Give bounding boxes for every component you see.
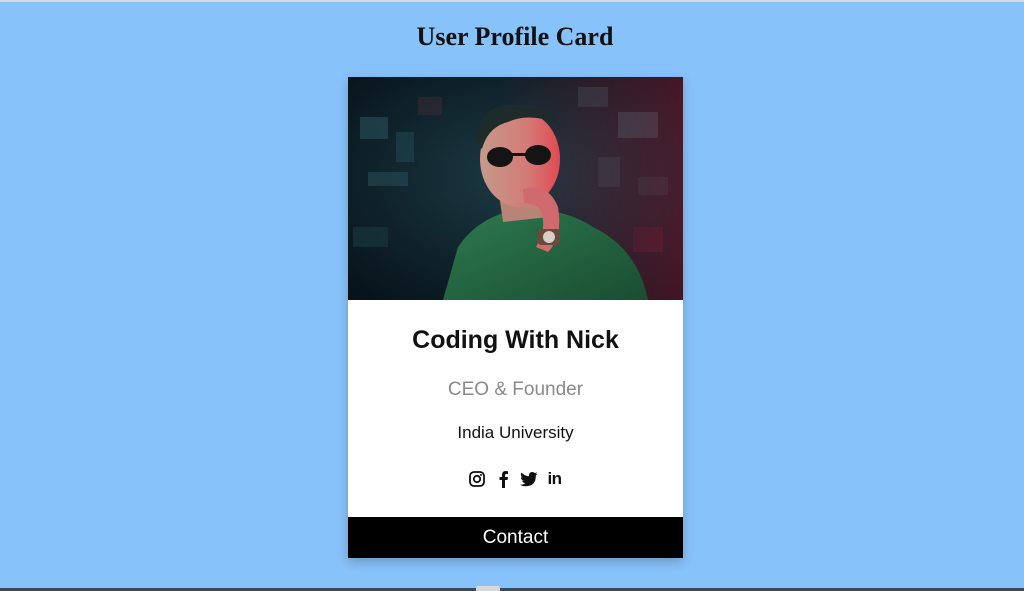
window-top-border: [0, 0, 1024, 2]
linkedin-icon-text: in: [547, 469, 562, 488]
bottom-indicator: [476, 586, 500, 591]
profile-card: Coding With Nick CEO & Founder India Uni…: [348, 77, 683, 558]
profile-role: CEO & Founder: [447, 379, 584, 400]
page-title: User Profile Card: [416, 22, 614, 51]
instagram-icon[interactable]: [468, 470, 486, 488]
contact-button[interactable]: Contact: [348, 517, 683, 558]
social-links: in: [348, 469, 683, 489]
linkedin-icon[interactable]: in: [546, 469, 564, 488]
facebook-icon[interactable]: [494, 470, 512, 488]
profile-photo: [348, 77, 683, 300]
profile-name: Coding With Nick: [412, 326, 619, 354]
profile-organization: India University: [457, 423, 574, 442]
twitter-icon[interactable]: [519, 470, 538, 488]
